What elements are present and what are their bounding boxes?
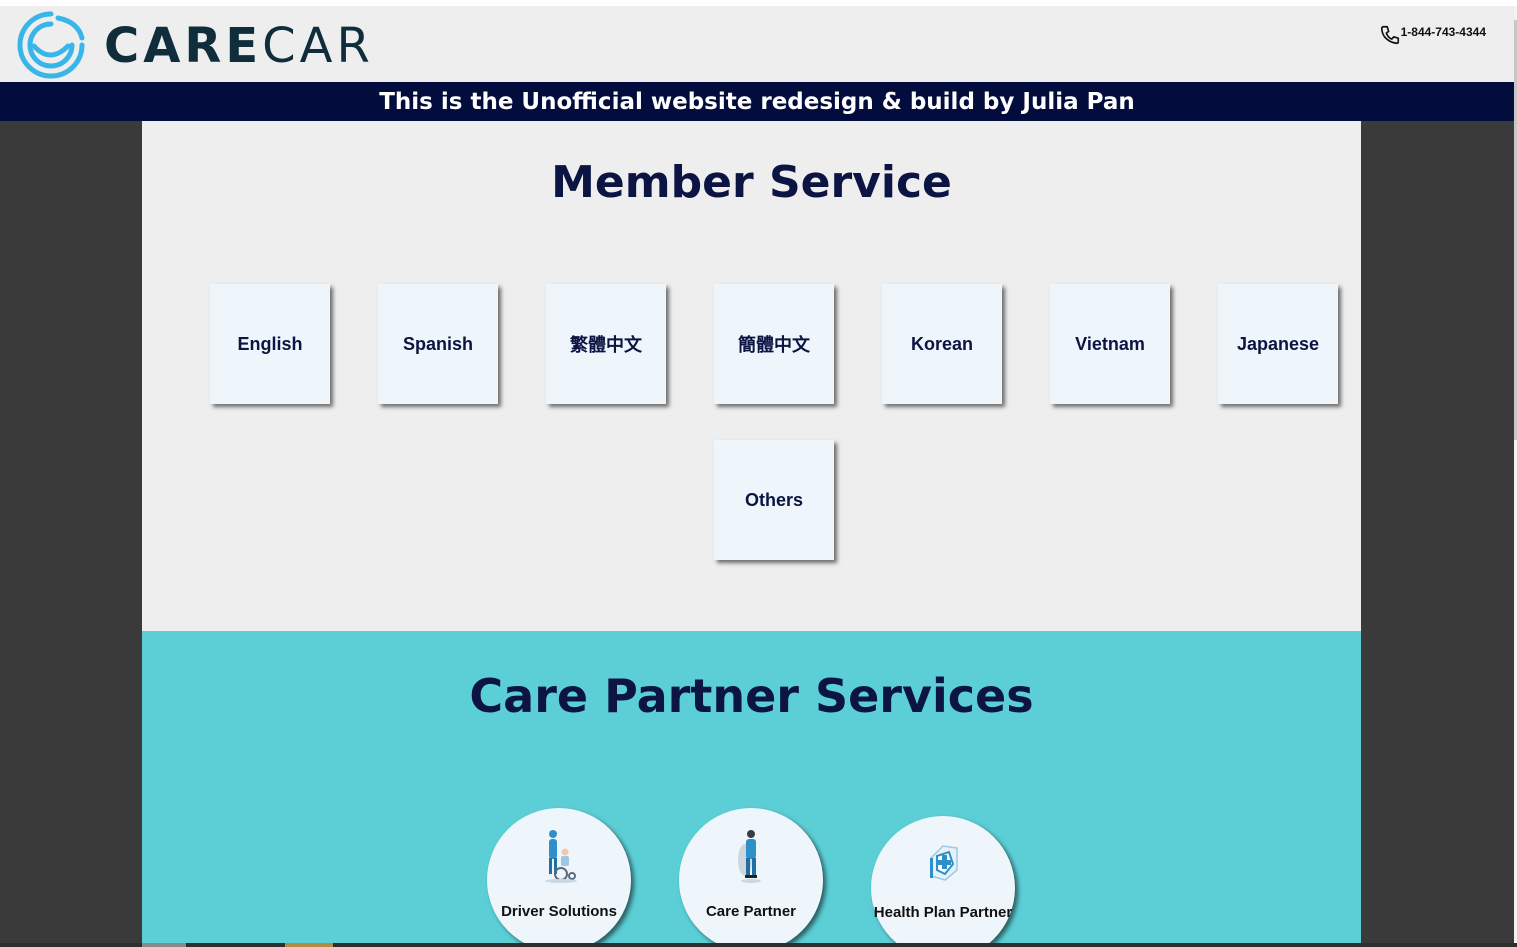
brand-name[interactable]: CARECAR (104, 20, 374, 72)
care-partner-label: Care Partner (705, 903, 797, 920)
language-button-simplified-chinese[interactable]: 簡體中文 (714, 284, 834, 404)
phone-contact[interactable]: 1-844-743-4344 (1379, 24, 1486, 46)
care-partner-section: Care Partner Services Driver Solutions C… (142, 631, 1361, 947)
health-plan-partner-card[interactable]: Health Plan Partner (871, 816, 1015, 947)
language-button-others[interactable]: Others (714, 440, 834, 560)
unofficial-banner: This is the Unofficial website redesign … (0, 82, 1514, 121)
driver-solutions-label: Driver Solutions (501, 903, 617, 920)
language-button-vietnam[interactable]: Vietnam (1050, 284, 1170, 404)
language-button-english[interactable]: English (210, 284, 330, 404)
language-button-traditional-chinese[interactable]: 繁體中文 (546, 284, 666, 404)
member-service-section: Member Service English Spanish 繁體中文 簡體中文… (142, 121, 1361, 631)
driver-solutions-card[interactable]: Driver Solutions (487, 808, 631, 947)
phone-icon (1380, 25, 1399, 45)
language-button-korean[interactable]: Korean (882, 284, 1002, 404)
health-plan-partner-label: Health Plan Partner (873, 904, 1013, 921)
care-partner-card[interactable]: Care Partner (679, 808, 823, 947)
language-button-japanese[interactable]: Japanese (1218, 284, 1338, 404)
brand-care: CARE (104, 18, 263, 74)
phone-number: 1-844-743-4344 (1400, 25, 1486, 39)
language-button-spanish[interactable]: Spanish (378, 284, 498, 404)
member-service-title: Member Service (551, 157, 952, 208)
carecar-logo-icon[interactable] (12, 8, 90, 82)
brand-car: CAR (262, 18, 374, 74)
bottom-taskbar-edge (0, 943, 1517, 947)
wheelchair-driver-icon (545, 830, 577, 883)
taskbar-segment-highlight (285, 943, 333, 947)
site-header: CARECAR 1-844-743-4344 (0, 6, 1514, 82)
care-partner-person-icon (738, 830, 761, 883)
health-shield-icon (930, 845, 958, 881)
care-partner-title: Care Partner Services (469, 669, 1034, 723)
taskbar-segment (142, 943, 186, 947)
